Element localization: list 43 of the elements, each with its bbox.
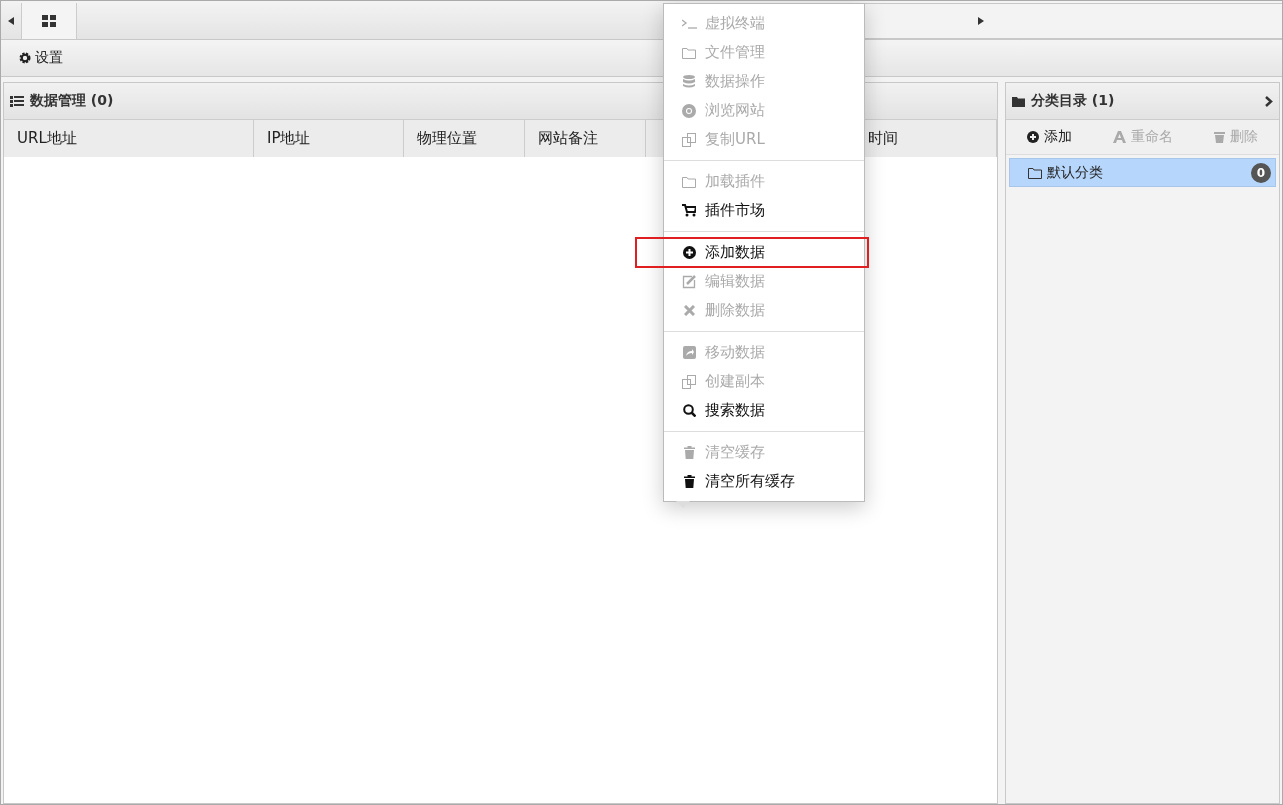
panel-title: 分类目录 (1) <box>1031 92 1115 110</box>
plus-circle-icon <box>1026 131 1039 143</box>
trash-icon <box>683 446 695 459</box>
menu-pointer-icon <box>676 501 690 508</box>
grid-icon <box>42 15 56 27</box>
column-header[interactable]: 物理位置 <box>404 120 525 157</box>
folder-icon <box>1028 166 1042 179</box>
chevron-right-icon <box>1265 95 1273 107</box>
menu-item[interactable]: 添加数据 <box>636 238 868 267</box>
column-header[interactable]: 网站备注 <box>525 120 646 157</box>
category-label: 默认分类 <box>1047 163 1103 182</box>
menu-item[interactable]: 搜索数据 <box>664 396 864 425</box>
count-badge: 0 <box>1251 162 1271 183</box>
close-icon <box>683 305 695 316</box>
home-tab[interactable] <box>22 3 77 39</box>
trash-icon <box>683 475 695 488</box>
caret-right-icon <box>978 17 984 25</box>
settings-button[interactable]: 设置 <box>15 45 67 71</box>
menu-item[interactable]: 插件市场 <box>664 196 864 225</box>
caret-left-icon <box>8 17 14 25</box>
folder-icon <box>682 175 696 188</box>
cart-icon <box>682 204 696 217</box>
font-icon <box>1113 131 1126 143</box>
column-header[interactable]: IP地址 <box>254 120 404 157</box>
database-icon <box>683 75 695 88</box>
terminal-icon <box>681 18 697 29</box>
category-action-button[interactable]: 添加 <box>1020 124 1078 150</box>
search-icon <box>682 404 696 417</box>
list-icon <box>10 95 24 107</box>
edit-icon <box>682 274 696 289</box>
folder-icon <box>682 46 696 59</box>
column-header[interactable]: URL地址 <box>4 120 254 157</box>
menu-item[interactable]: 清空所有缓存 <box>664 467 864 496</box>
copy-icon <box>682 132 696 147</box>
globe-icon <box>682 103 696 118</box>
category-item[interactable]: 默认分类 0 <box>1009 158 1276 187</box>
share-icon <box>682 346 696 359</box>
plus-circle-icon <box>682 246 696 259</box>
settings-icon <box>19 52 31 64</box>
copy-icon <box>682 374 696 389</box>
panel-title: 数据管理 (0) <box>30 92 114 110</box>
trash-icon <box>1214 131 1226 143</box>
folder-icon <box>1012 95 1025 107</box>
